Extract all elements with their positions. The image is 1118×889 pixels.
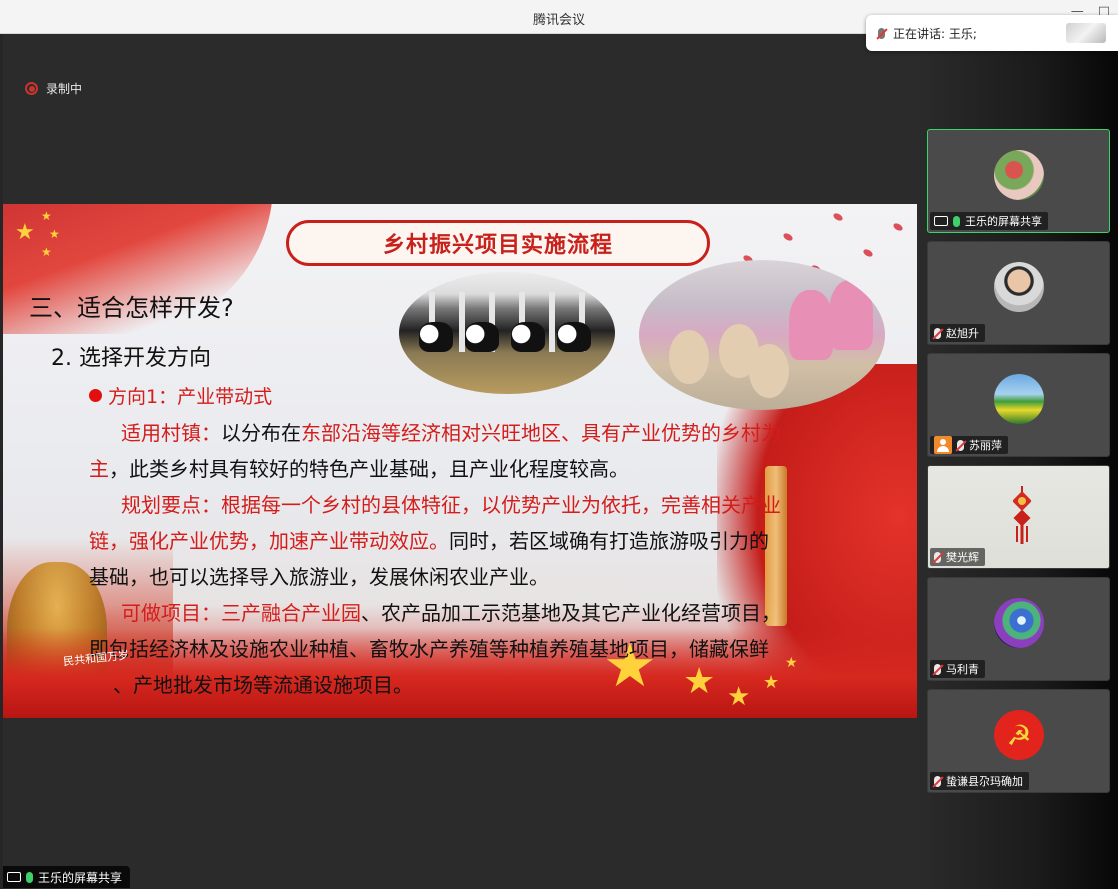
star-icon: ★: [41, 209, 52, 223]
slide-title: 乡村振兴项目实施流程: [382, 233, 613, 258]
participant-tile[interactable]: 马利青: [927, 577, 1110, 681]
text-segment: 即包括经济林及设施农业种植、畜牧水产养殖等种植养殖基地项目，储藏保鲜: [89, 637, 769, 661]
mic-muted-icon: [934, 551, 941, 563]
petal-graphic: [832, 211, 844, 223]
section-heading: 三、适合怎样开发?: [29, 294, 234, 322]
mic-muted-icon: [934, 327, 941, 339]
text-segment: ，此类乡村具有较好的特色产业基础，且产业化程度较高。: [109, 457, 629, 481]
avatar: [994, 374, 1044, 424]
label-applicable-villages: 适用村镇：: [121, 421, 221, 445]
text-segment: 、农产品加工示范基地及其它产业化经营项目，: [361, 601, 781, 625]
body-line: 链，强化产业优势，加速产业带动效应。同时，若区域确有打造旅游吸引力的: [89, 525, 769, 554]
party-emblem-avatar: ☭: [994, 710, 1044, 760]
screen-share-icon: [7, 872, 21, 882]
mic-muted-icon: [934, 775, 941, 787]
participant-name-tag: 马利青: [930, 660, 985, 678]
meeting-app: 腾讯会议 — □ 录制中 ★ ★ ★ ★ ★ ★ ★ ★ ★ 乡村振兴项目实施流…: [0, 0, 1118, 889]
body-line: 可做项目：三产融合产业园、农产品加工示范基地及其它产业化经营项目，: [121, 597, 781, 626]
participant-name-tag: 蛰谦县尕玛确加: [930, 772, 1029, 790]
star-icon: ★: [727, 682, 751, 712]
dairy-cows-photo: [399, 272, 615, 394]
highlight-segment: 主: [89, 457, 109, 481]
text-segment: 同时，若区域确有打造旅游吸引力的: [449, 529, 769, 553]
recording-indicator[interactable]: 录制中: [25, 80, 82, 97]
participant-name: 樊光辉: [946, 551, 979, 564]
participant-tile[interactable]: 樊光辉: [927, 465, 1110, 569]
body-line: 、产地批发市场等流通设施项目。: [113, 669, 413, 698]
participant-name-tag: 樊光辉: [930, 548, 985, 566]
screen-share-label[interactable]: 王乐的屏幕共享: [3, 866, 131, 888]
petal-graphic: [862, 247, 874, 259]
avatar: [994, 150, 1044, 200]
participant-name: 蛰谦县尕玛确加: [946, 775, 1023, 788]
text-segment: 基础，也可以选择导入旅游业，发展休闲农业产业。: [89, 565, 549, 589]
body-line: 主，此类乡村具有较好的特色产业基础，且产业化程度较高。: [89, 453, 629, 482]
star-icon: ★: [49, 227, 60, 241]
avatar: [994, 262, 1044, 312]
highlight-segment: 链，强化产业优势，加速产业带动效应。: [89, 529, 449, 553]
share-label: 王乐的屏幕共享: [38, 870, 123, 885]
participant-name: 马利青: [946, 663, 979, 676]
body-line: 规划要点：根据每一个乡村的县体特征，以优势产业为依托，完善相关产业: [121, 489, 781, 518]
mic-on-icon: [26, 871, 33, 883]
slide-title-box: 乡村振兴项目实施流程: [286, 220, 710, 266]
mic-on-icon: [953, 215, 960, 227]
participant-name-tag: 王乐的屏幕共享: [930, 212, 1048, 230]
participant-tile[interactable]: ☭ 蛰谦县尕玛确加: [927, 689, 1110, 793]
recording-label: 录制中: [46, 82, 83, 96]
participant-name-tag: 苏丽萍: [930, 436, 1008, 454]
highlight-segment: 东部沿海等经济相对兴旺地区、具有产业优势的乡村为: [301, 421, 781, 445]
star-icon: ★: [683, 661, 716, 702]
star-icon: ★: [763, 672, 780, 693]
avatar: [994, 598, 1044, 648]
participant-name: 王乐的屏幕共享: [965, 215, 1042, 228]
body-line: 适用村镇：以分布在东部沿海等经济相对兴旺地区、具有产业优势的乡村为: [121, 417, 781, 446]
participant-name: 赵旭升: [946, 327, 979, 340]
petal-graphic: [892, 221, 904, 233]
label-projects: 可做项目：三产融合产业园: [121, 601, 361, 625]
text-segment: 以分布在: [221, 421, 301, 445]
chinese-knot-decoration: [1012, 486, 1032, 544]
body-line: 即包括经济林及设施农业种植、畜牧水产养殖等种植养殖基地项目，储藏保鲜: [89, 633, 769, 662]
mic-muted-icon: [878, 27, 885, 39]
speaking-indicator: 正在讲话: 王乐;: [866, 15, 1118, 51]
record-icon: [25, 82, 38, 95]
participant-tile[interactable]: 赵旭升: [927, 241, 1110, 345]
star-icon: ★: [41, 245, 52, 259]
participant-tile[interactable]: 王乐的屏幕共享: [927, 129, 1110, 233]
participant-name: 苏丽萍: [969, 439, 1002, 452]
mic-muted-icon: [934, 663, 941, 675]
bullet-text: 方向1：产业带动式: [108, 386, 273, 408]
mic-muted-icon: [957, 439, 964, 451]
bullet-dot-icon: [89, 389, 102, 402]
screen-share-icon: [934, 216, 948, 226]
body-line: 基础，也可以选择导入旅游业，发展休闲农业产业。: [89, 561, 549, 590]
person-icon: [934, 436, 952, 454]
app-logo-icon: [1066, 23, 1106, 43]
shared-screen-area: 录制中 ★ ★ ★ ★ ★ ★ ★ ★ ★ 乡村振兴项目实施流程 三、适合怎样开…: [3, 34, 917, 889]
speaking-label: 正在讲话: 王乐;: [893, 26, 977, 41]
text-segment: 、产地批发市场等流通设施项目。: [113, 673, 413, 697]
participant-tile[interactable]: 苏丽萍: [927, 353, 1110, 457]
petal-graphic: [782, 231, 794, 243]
participant-name-tag: 赵旭升: [930, 324, 985, 342]
food-processing-photo: [639, 260, 885, 410]
star-icon: ★: [15, 220, 35, 245]
presentation-slide: ★ ★ ★ ★ ★ ★ ★ ★ ★ 乡村振兴项目实施流程 三、适合怎样开发? 2…: [3, 204, 917, 718]
subsection-heading: 2. 选择开发方向: [51, 346, 211, 371]
star-icon: ★: [785, 655, 798, 671]
direction-bullet: 方向1：产业带动式: [89, 382, 272, 409]
label-planning-points: 规划要点：根据每一个乡村的县体特征，以优势产业为依托，完善相关产业: [121, 493, 781, 517]
